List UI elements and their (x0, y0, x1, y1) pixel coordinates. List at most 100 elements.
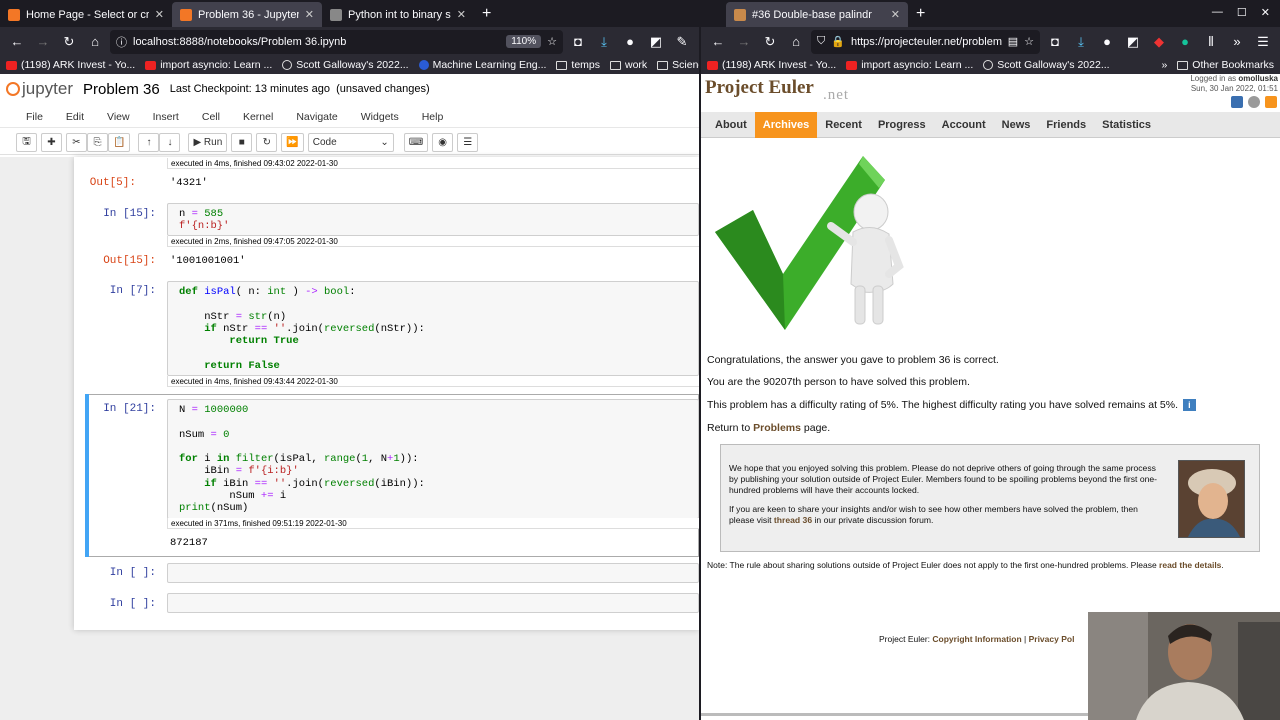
interrupt-icon[interactable]: ■ (231, 133, 253, 152)
empty-code-cell[interactable] (167, 593, 699, 613)
notebook-name[interactable]: Problem 36 (83, 81, 160, 98)
pocket-icon[interactable]: ◘ (1044, 31, 1066, 53)
reader-view-icon[interactable]: ▤ (1008, 35, 1018, 48)
nav-friends[interactable]: Friends (1038, 112, 1094, 138)
empty-code-cell[interactable] (167, 563, 699, 583)
code-cell-15[interactable]: n = 585 f'{n:b}' (167, 203, 699, 236)
extension2-icon[interactable]: ◩ (1122, 31, 1144, 53)
close-window-icon[interactable]: ✕ (1261, 6, 1270, 19)
cut-icon[interactable]: ✂ (66, 133, 87, 152)
home-icon[interactable]: ⌂ (785, 31, 807, 53)
read-details-link[interactable]: read the details (1159, 560, 1221, 570)
tab-home[interactable]: Home Page - Select or cr ✕ (0, 2, 172, 27)
minimize-icon[interactable]: — (1212, 6, 1223, 19)
jupyter-logo[interactable]: jupyter (6, 79, 73, 99)
tab-python-int[interactable]: Python int to binary strin ✕ (322, 2, 474, 27)
extension-icon[interactable]: ● (619, 31, 641, 53)
nav-progress[interactable]: Progress (870, 112, 934, 138)
nav-recent[interactable]: Recent (817, 112, 870, 138)
move-down-icon[interactable]: ↓ (159, 133, 181, 152)
run-all-icon[interactable]: ⏩ (281, 133, 304, 152)
nav-news[interactable]: News (994, 112, 1039, 138)
list-icon[interactable]: ☰ (457, 133, 479, 152)
bookmark-temps[interactable]: temps (556, 59, 600, 71)
menu-insert[interactable]: Insert (153, 111, 191, 123)
url-bar[interactable]: ⛉ 🔒 https://projecteuler.net/problem=36 … (811, 29, 1040, 54)
problems-link[interactable]: Problems (753, 422, 801, 434)
lock-icon[interactable]: 🔒 (831, 35, 845, 48)
bookmark-science[interactable]: Science (657, 59, 699, 71)
url-bar[interactable]: ⓘ localhost:8888/notebooks/Problem 36.ip… (110, 29, 563, 54)
menu-navigate[interactable]: Navigate (296, 111, 349, 123)
forward-icon[interactable]: → (733, 31, 755, 53)
back-icon[interactable]: ← (6, 31, 28, 53)
new-tab-icon[interactable]: + (474, 5, 499, 27)
code-cell-7[interactable]: def isPal( n: int ) -> bool: nStr = str(… (167, 281, 699, 376)
menu-widgets[interactable]: Widgets (361, 111, 411, 123)
keyboard-icon[interactable]: ⌨ (403, 133, 429, 152)
nav-archives[interactable]: Archives (754, 111, 818, 138)
home-icon[interactable]: ⌂ (84, 31, 106, 53)
add-friend-icon[interactable] (1231, 96, 1243, 108)
page-info-icon[interactable]: ⓘ (116, 34, 127, 50)
search-icon[interactable] (1248, 96, 1260, 108)
bookmark-asyncio[interactable]: import asyncio: Learn ... (846, 59, 973, 71)
info-icon[interactable]: i (1182, 399, 1196, 412)
other-bookmarks[interactable]: Other Bookmarks (1177, 59, 1274, 71)
menu-icon[interactable]: ☰ (1252, 31, 1274, 53)
run-button[interactable]: ▶ Run (188, 133, 228, 152)
tab-problem36[interactable]: Problem 36 - Jupyter No ✕ (172, 2, 322, 27)
paste-icon[interactable]: 📋 (108, 133, 131, 152)
nav-account[interactable]: Account (934, 112, 994, 138)
rss-icon[interactable] (1265, 96, 1277, 108)
overflow-icon[interactable]: » (1226, 31, 1248, 53)
forward-icon[interactable]: → (32, 31, 54, 53)
save-icon[interactable]: 🖫 (16, 133, 37, 152)
library-icon[interactable]: ⫴ (1200, 31, 1222, 53)
zoom-level[interactable]: 110% (506, 35, 542, 48)
nav-about[interactable]: About (707, 112, 755, 138)
maximize-icon[interactable]: ☐ (1237, 6, 1247, 19)
pocket-icon[interactable]: ◘ (567, 31, 589, 53)
bookmark-ml[interactable]: Machine Learning Eng... (418, 59, 546, 71)
reload-icon[interactable]: ↻ (58, 31, 80, 53)
close-tab-icon[interactable]: ✕ (305, 8, 314, 21)
menu-kernel[interactable]: Kernel (243, 111, 285, 123)
bookmark-ark[interactable]: (1198) ARK Invest - Yo... (6, 59, 135, 71)
download-icon[interactable]: ⤓ (593, 31, 615, 53)
bookmark-star-icon[interactable]: ☆ (547, 35, 557, 48)
more-bookmarks-icon[interactable]: » (1161, 59, 1167, 71)
menu-help[interactable]: Help (422, 111, 456, 123)
bookmark-work[interactable]: work (610, 59, 647, 71)
bookmark-asyncio[interactable]: import asyncio: Learn ... (145, 59, 272, 71)
reload-icon[interactable]: ↻ (759, 31, 781, 53)
privacy-link[interactable]: Privacy Pol (1029, 634, 1075, 644)
bookmark-galloway[interactable]: Scott Galloway's 2022... (983, 59, 1110, 71)
euler-logo[interactable]: Project Euler .net (705, 77, 848, 103)
extension3-icon[interactable]: ◆ (1148, 31, 1170, 53)
restart-icon[interactable]: ↻ (256, 133, 278, 152)
close-tab-icon[interactable]: ✕ (891, 8, 900, 21)
move-up-icon[interactable]: ↑ (138, 133, 160, 152)
bookmark-ark[interactable]: (1198) ARK Invest - Yo... (707, 59, 836, 71)
extension-icon[interactable]: ● (1096, 31, 1118, 53)
grammarly-icon[interactable]: ● (1174, 31, 1196, 53)
new-tab-icon[interactable]: + (908, 5, 933, 27)
close-tab-icon[interactable]: ✕ (457, 8, 466, 21)
extension2-icon[interactable]: ◩ (645, 31, 667, 53)
copy-icon[interactable]: ⎘ (87, 133, 108, 152)
thread-link[interactable]: thread 36 (774, 515, 812, 525)
tab-euler36[interactable]: #36 Double-base palindr ✕ (726, 2, 908, 27)
menu-file[interactable]: File (26, 111, 55, 123)
extension3-icon[interactable]: ✎ (671, 31, 693, 53)
menu-cell[interactable]: Cell (202, 111, 232, 123)
copyright-link[interactable]: Copyright Information (932, 634, 1021, 644)
download-icon[interactable]: ⤓ (1070, 31, 1092, 53)
cell-type-select[interactable]: Code ⌄ (307, 133, 394, 152)
nav-statistics[interactable]: Statistics (1094, 112, 1159, 138)
back-icon[interactable]: ← (707, 31, 729, 53)
eye-icon[interactable]: ◉ (432, 133, 454, 152)
shield-icon[interactable]: ⛉ (817, 35, 825, 48)
menu-edit[interactable]: Edit (66, 111, 96, 123)
bookmark-star-icon[interactable]: ☆ (1024, 35, 1034, 48)
